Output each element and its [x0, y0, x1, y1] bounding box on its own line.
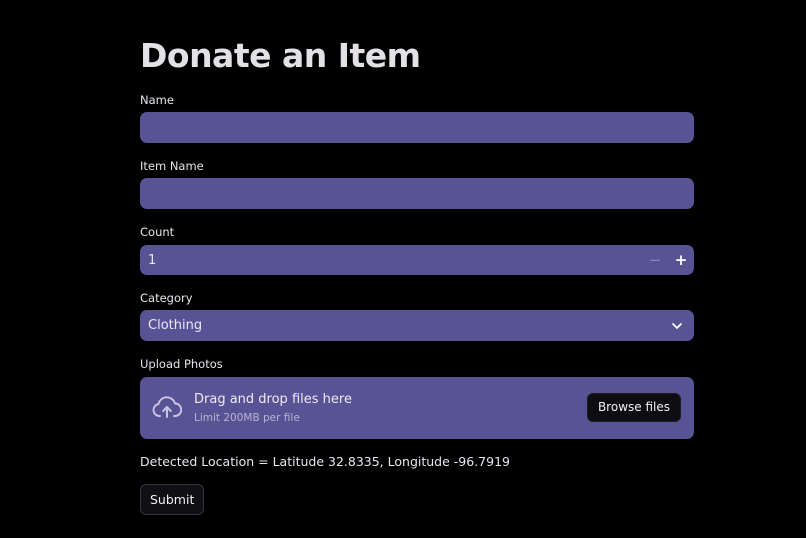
item-name-input[interactable]: [140, 178, 694, 209]
category-selected-value: Clothing: [148, 318, 203, 333]
count-increment-button[interactable]: +: [668, 245, 694, 275]
dropzone-limit: Limit 200MB per file: [194, 412, 300, 424]
item-name-label: Item Name: [140, 159, 204, 173]
count-label: Count: [140, 225, 175, 239]
name-input[interactable]: [140, 112, 694, 143]
cloud-upload-icon: [152, 396, 182, 418]
browse-files-button[interactable]: Browse files: [586, 393, 681, 422]
dropzone-instructions: Drag and drop files here: [194, 392, 352, 407]
name-label: Name: [140, 93, 174, 107]
count-input[interactable]: [140, 245, 630, 275]
name-field-wrapper: [140, 112, 694, 143]
detected-location-text: Detected Location = Latitude 32.8335, Lo…: [140, 454, 510, 469]
submit-button[interactable]: Submit: [140, 484, 205, 515]
count-stepper: − +: [140, 245, 694, 275]
upload-label: Upload Photos: [140, 357, 223, 371]
chevron-down-icon: [672, 323, 682, 329]
category-select[interactable]: Clothing: [140, 310, 694, 341]
count-decrement-button[interactable]: −: [642, 245, 668, 275]
category-label: Category: [140, 291, 193, 305]
page-title: Donate an Item: [140, 36, 421, 75]
item-name-field-wrapper: [140, 178, 694, 209]
file-dropzone[interactable]: Drag and drop files here Limit 200MB per…: [140, 377, 694, 439]
